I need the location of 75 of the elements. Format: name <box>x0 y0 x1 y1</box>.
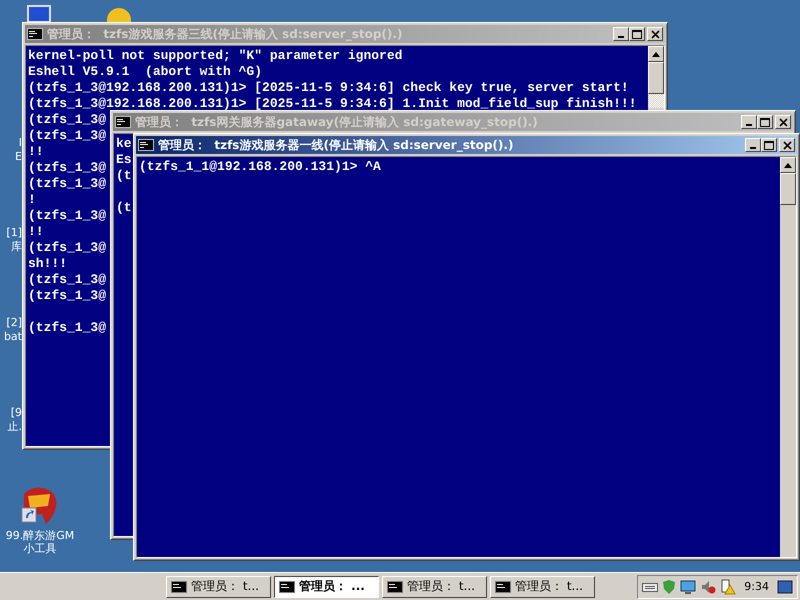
console-line: (tzfs_1_3@ <box>28 128 106 144</box>
clock[interactable]: 9:34 <box>740 580 773 593</box>
console-line: (tzfs_1_3@ <box>28 288 106 304</box>
desktop-icon-label[interactable]: [2] <box>6 316 22 330</box>
close-icon <box>650 30 660 38</box>
scroll-thumb[interactable] <box>648 62 664 94</box>
maximize-icon <box>764 140 774 150</box>
taskbar-button[interactable]: 管理员： ... <box>274 576 379 598</box>
console-line: (tzfs_1_3@ <box>28 272 106 288</box>
taskbar-button[interactable]: 管理员： t... <box>382 576 487 598</box>
console-line: (tzfs_1_1@192.168.200.131)1> ^A <box>139 159 381 175</box>
console-icon <box>27 28 43 40</box>
console-icon <box>387 580 403 592</box>
console-line: ke <box>116 136 132 152</box>
desktop-icon-label[interactable]: 99.醉东游GM <box>6 529 74 542</box>
maximize-button[interactable] <box>761 138 777 152</box>
console-icon <box>171 580 187 592</box>
scroll-thumb[interactable] <box>780 173 796 205</box>
minimize-button[interactable] <box>741 115 757 129</box>
close-icon <box>778 118 788 126</box>
desktop-icon-label[interactable]: I <box>18 136 22 150</box>
console-line: ! <box>28 192 36 208</box>
maximize-button[interactable] <box>629 27 645 41</box>
window-title: 管理员： tzfs网关服务器gataway(停止请输入 sd:gateway_stop().) <box>135 114 539 130</box>
console-line: Eshell V5.9.1 (abort with ^G) <box>28 64 262 80</box>
window-title: 管理员： tzfs游戏服务器一线(停止请输入 sd:server_stop().) <box>158 136 514 154</box>
desktop-icon-label[interactable]: bat <box>4 330 22 344</box>
close-button[interactable] <box>775 115 791 129</box>
console-line: (tzfs_1_3@192.168.200.131)1> [2025-11-5 9:34:6] check key true, server start! <box>28 80 629 96</box>
up-arrow-icon <box>784 162 792 168</box>
console-line: Es <box>116 152 132 168</box>
maximize-icon <box>632 30 642 38</box>
console-line: (tzfs_1_3@192.168.200.131)1> [2025-11-5 9:34:6] 1.Init mod_field_sup finish!!! <box>28 96 636 112</box>
up-arrow-icon <box>652 52 660 56</box>
console-line: (tzfs_1_3@ <box>28 176 106 192</box>
console-line: (t <box>116 168 132 184</box>
console-line: !! <box>28 144 44 160</box>
desktop-icon-label[interactable]: [1] <box>6 226 22 240</box>
console-line: (t <box>116 200 132 216</box>
keyboard-icon[interactable] <box>642 580 658 592</box>
close-icon <box>782 140 792 150</box>
scroll-up-button[interactable] <box>780 157 796 173</box>
desktop-icon-label[interactable]: E <box>15 150 22 164</box>
console-icon <box>115 116 131 128</box>
desktop-icon-label[interactable]: 库 <box>11 240 22 254</box>
close-button[interactable] <box>779 138 795 152</box>
maximize-icon <box>760 118 770 126</box>
desktop-icon-label[interactable]: [9 <box>10 406 22 420</box>
close-button[interactable] <box>647 27 663 41</box>
monitor-icon[interactable] <box>680 578 696 594</box>
scrollbar[interactable] <box>648 46 664 108</box>
console-line: (tzfs_1_3@ <box>28 160 106 176</box>
console-line: (tzfs_1_3@ <box>28 112 106 128</box>
minimize-button[interactable] <box>745 138 761 152</box>
maximize-button[interactable] <box>757 115 773 129</box>
console-icon <box>279 580 295 592</box>
console-line: !! <box>28 224 44 240</box>
console-line: kernel-poll not supported; "K" parameter ignored <box>28 48 402 64</box>
console-line: (tzfs_1_3@ <box>28 240 106 256</box>
speaker-icon[interactable] <box>700 578 716 594</box>
console-icon <box>495 580 511 592</box>
desktop-icon-label[interactable]: 小工具 <box>24 542 56 555</box>
taskbar-button[interactable]: 管理员： t... <box>166 576 271 598</box>
taskbar-button[interactable]: 管理员： t... <box>490 576 595 598</box>
console-icon <box>138 139 154 151</box>
scroll-up-button[interactable] <box>648 46 664 62</box>
desktop-icon-label[interactable]: 止. <box>8 420 22 434</box>
console-line: sh!!! <box>28 256 68 272</box>
window-title: 管理员： tzfs游戏服务器三线(停止请输入 sd:server_stop().) <box>47 26 404 42</box>
minimize-button[interactable] <box>613 27 629 41</box>
scrollbar[interactable] <box>780 157 796 205</box>
console-line: (tzfs_1_3@ <box>28 320 106 336</box>
console-line: (tzfs_1_3@ <box>28 208 106 224</box>
desktop-icon[interactable] <box>777 580 793 594</box>
warning-icon[interactable] <box>720 578 736 594</box>
